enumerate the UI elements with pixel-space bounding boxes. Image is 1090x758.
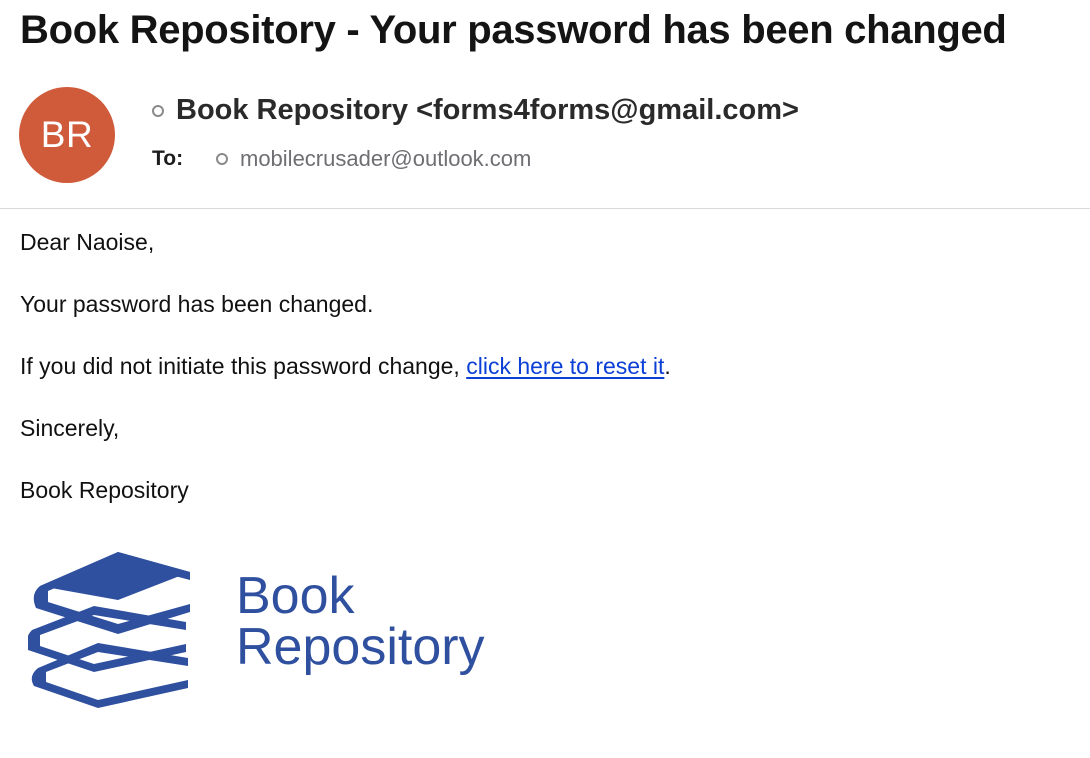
- brand-logo: Book Repository: [28, 548, 488, 708]
- logo-word-repository: Repository: [236, 618, 485, 676]
- to-label: To:: [152, 147, 184, 170]
- sender-name[interactable]: Book Repository <forms4forms@gmail.com>: [176, 94, 799, 127]
- recipient-status-icon: [216, 153, 228, 165]
- avatar-initials: BR: [40, 114, 94, 155]
- sender-avatar: BR: [19, 87, 115, 183]
- header-divider: [0, 208, 1090, 209]
- sender-status-icon: [152, 104, 164, 117]
- recipient-row: To: mobilecrusader@outlook.com: [152, 146, 531, 172]
- body-line-password-changed: Your password has been changed.: [20, 291, 374, 317]
- greeting: Dear Naoise,: [20, 229, 155, 255]
- logo-word-book: Book: [236, 567, 355, 625]
- recipient-address[interactable]: mobilecrusader@outlook.com: [240, 146, 531, 172]
- closing: Sincerely,: [20, 415, 120, 441]
- reset-password-link[interactable]: click here to reset it: [466, 353, 664, 379]
- book-stack-icon: [28, 552, 190, 708]
- reset-prefix-text: If you did not initiate this password ch…: [20, 353, 467, 379]
- email-subject: Book Repository - Your password has been…: [20, 8, 1007, 52]
- sender-row: Book Repository <forms4forms@gmail.com>: [152, 94, 799, 127]
- signature: Book Repository: [20, 477, 189, 503]
- reset-suffix-text: .: [664, 353, 671, 379]
- body-line-reset: If you did not initiate this password ch…: [20, 353, 671, 380]
